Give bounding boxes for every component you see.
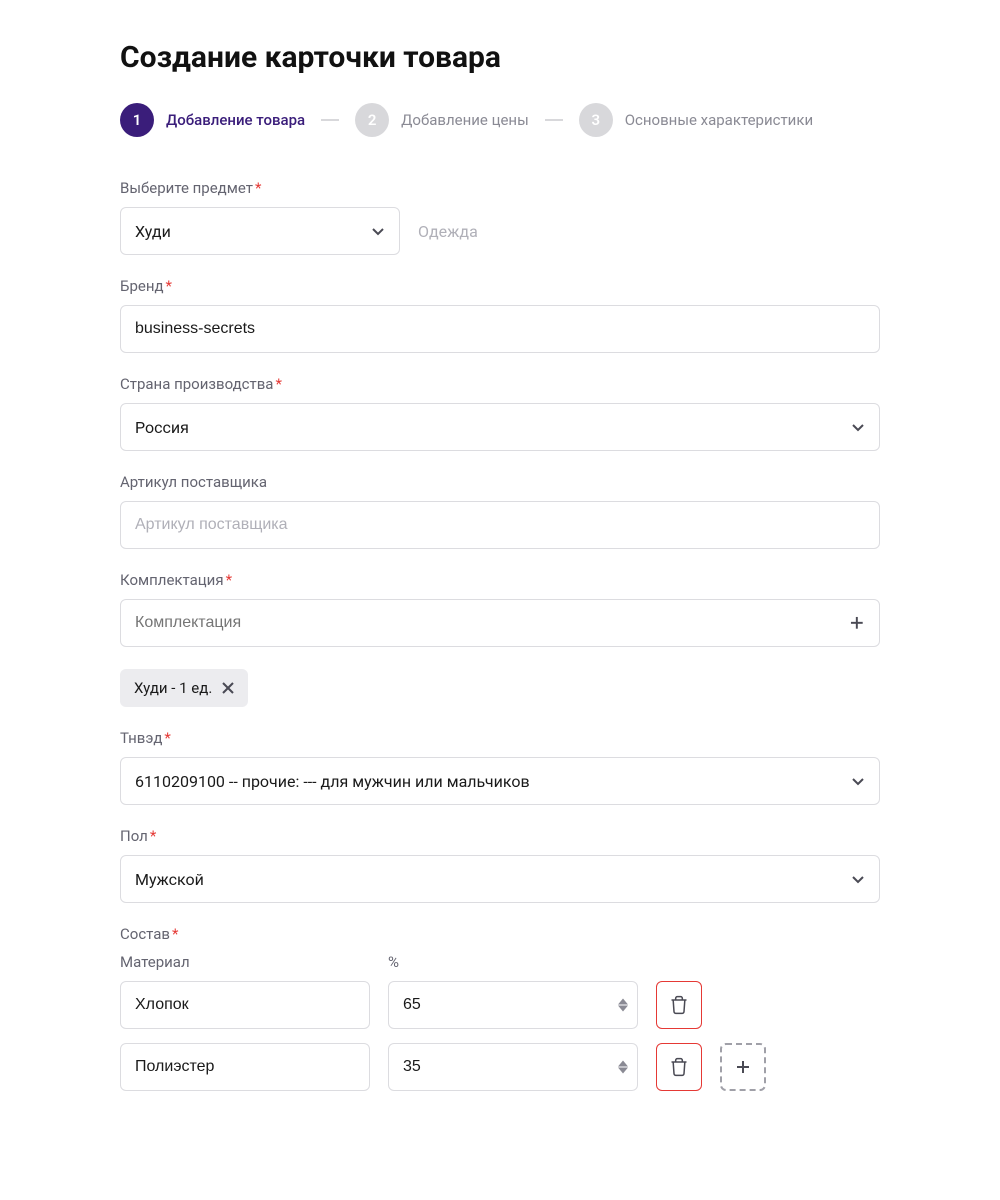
tnved-label: Тнвэд*	[120, 729, 880, 747]
subject-label: Выберите предмет*	[120, 179, 880, 197]
tnved-select[interactable]: 6110209100 -- прочие: --- для мужчин или…	[120, 757, 880, 805]
tnved-label-text: Тнвэд	[120, 729, 162, 747]
subject-label-text: Выберите предмет	[120, 179, 253, 197]
kit-label-text: Комплектация	[120, 571, 224, 589]
composition-row	[120, 981, 880, 1029]
step-2-label: Добавление цены	[401, 111, 529, 129]
number-stepper[interactable]	[618, 1061, 628, 1074]
field-brand: Бренд*	[120, 277, 880, 353]
country-label-text: Страна производства	[120, 375, 273, 393]
close-icon[interactable]	[222, 682, 234, 694]
delete-row-button[interactable]	[656, 1043, 702, 1091]
step-1[interactable]: 1 Добавление товара	[120, 103, 305, 137]
percent-input[interactable]	[388, 1043, 638, 1091]
country-select[interactable]: Россия	[120, 403, 880, 451]
field-tnved: Тнвэд* 6110209100 -- прочие: --- для муж…	[120, 729, 880, 805]
step-divider	[321, 119, 339, 121]
field-supplier-sku: Артикул поставщика	[120, 473, 880, 549]
tnved-value: 6110209100 -- прочие: --- для мужчин или…	[135, 772, 530, 791]
composition-label-text: Состав	[120, 925, 170, 943]
country-label: Страна производства*	[120, 375, 880, 393]
composition-col-percent: %	[388, 953, 638, 971]
brand-label-text: Бренд	[120, 277, 164, 295]
kit-chip-text: Худи - 1 ед.	[134, 679, 212, 697]
step-2[interactable]: 2 Добавление цены	[355, 103, 529, 137]
field-subject: Выберите предмет* Худи Одежда	[120, 179, 880, 255]
caret-down-icon[interactable]	[618, 1006, 628, 1012]
plus-icon	[849, 615, 865, 631]
kit-input[interactable]	[135, 614, 849, 632]
gender-label-text: Пол	[120, 827, 148, 845]
step-2-circle: 2	[355, 103, 389, 137]
brand-input[interactable]	[120, 305, 880, 353]
delete-row-button[interactable]	[656, 981, 702, 1029]
trash-icon	[669, 995, 689, 1015]
chevron-down-icon	[371, 224, 385, 238]
step-3-label: Основные характеристики	[625, 111, 813, 129]
composition-row	[120, 1043, 880, 1091]
material-input[interactable]	[120, 981, 370, 1029]
subject-select[interactable]: Худи	[120, 207, 400, 255]
number-stepper[interactable]	[618, 999, 628, 1012]
caret-down-icon[interactable]	[618, 1068, 628, 1074]
step-1-label: Добавление товара	[166, 111, 305, 129]
supplier-sku-label: Артикул поставщика	[120, 473, 880, 491]
step-3[interactable]: 3 Основные характеристики	[579, 103, 813, 137]
step-1-circle: 1	[120, 103, 154, 137]
chevron-down-icon	[851, 420, 865, 434]
supplier-sku-input[interactable]	[120, 501, 880, 549]
gender-label: Пол*	[120, 827, 880, 845]
kit-combobox[interactable]	[120, 599, 880, 647]
subject-value: Худи	[135, 222, 171, 241]
caret-up-icon[interactable]	[618, 999, 628, 1005]
field-country: Страна производства* Россия	[120, 375, 880, 451]
material-input[interactable]	[120, 1043, 370, 1091]
gender-value: Мужской	[135, 870, 204, 889]
step-divider	[545, 119, 563, 121]
chevron-down-icon	[851, 872, 865, 886]
composition-label: Состав*	[120, 925, 880, 943]
field-composition: Состав* Материал %	[120, 925, 880, 1091]
add-row-button[interactable]	[720, 1043, 766, 1091]
stepper: 1 Добавление товара 2 Добавление цены 3 …	[120, 103, 880, 137]
kit-label: Комплектация*	[120, 571, 880, 589]
step-3-circle: 3	[579, 103, 613, 137]
gender-select[interactable]: Мужской	[120, 855, 880, 903]
brand-label: Бренд*	[120, 277, 880, 295]
caret-up-icon[interactable]	[618, 1061, 628, 1067]
field-kit: Комплектация*	[120, 571, 880, 647]
percent-input[interactable]	[388, 981, 638, 1029]
trash-icon	[669, 1057, 689, 1077]
page-title: Создание карточки товара	[120, 40, 880, 75]
composition-col-material: Материал	[120, 953, 370, 971]
supplier-sku-label-text: Артикул поставщика	[120, 473, 267, 491]
country-value: Россия	[135, 418, 189, 437]
field-gender: Пол* Мужской	[120, 827, 880, 903]
chevron-down-icon	[851, 774, 865, 788]
subject-hint: Одежда	[418, 222, 478, 241]
kit-chip[interactable]: Худи - 1 ед.	[120, 669, 248, 707]
